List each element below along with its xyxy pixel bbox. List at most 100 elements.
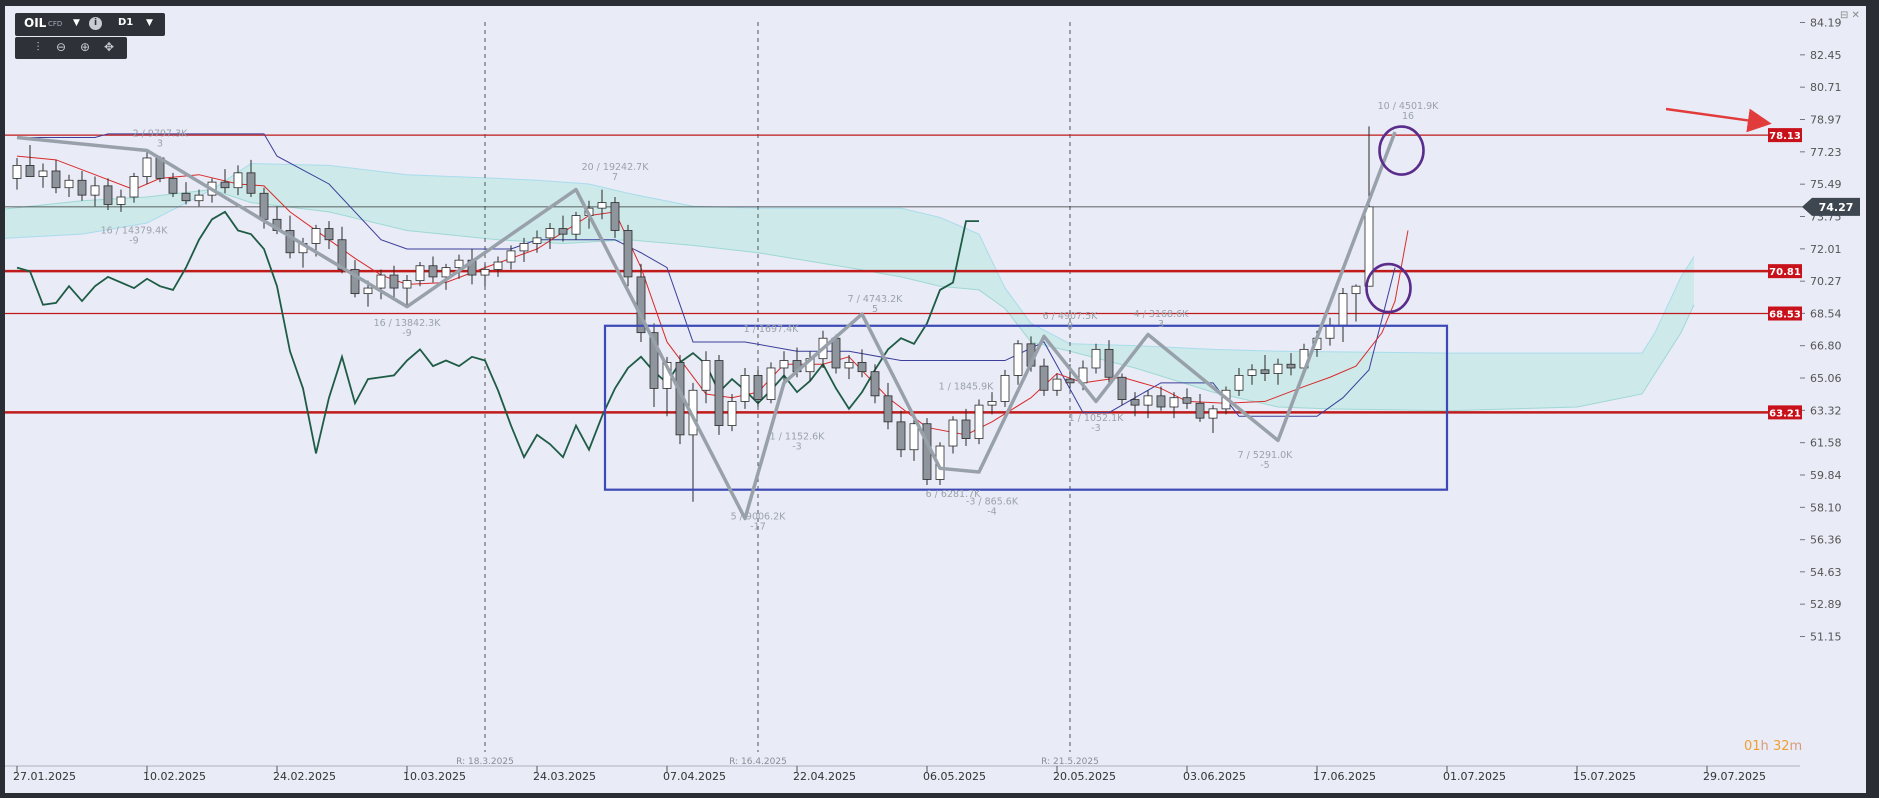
candle-bearish[interactable] [610,202,620,231]
candle-bearish[interactable] [753,375,763,400]
annotation-arrow[interactable] [1665,107,1772,133]
candle-bearish[interactable] [896,421,906,451]
timeframe-label[interactable]: D1 [118,17,133,28]
candle-bearish[interactable] [259,192,269,220]
indicators-icon[interactable]: ⫶ [30,40,46,55]
info-icon[interactable]: i [89,17,102,30]
zoom-out-icon[interactable]: ⊖ [53,40,69,54]
crosshair-move-icon[interactable]: ✥ [101,40,117,54]
candle-bullish[interactable] [38,170,48,177]
candle-bearish[interactable] [246,172,256,194]
candle-bearish[interactable] [1260,369,1270,374]
zigzag-swing-sublabel: -9 [129,235,138,246]
x-axis-tick-label: 17.06.2025 [1313,770,1376,783]
candle-bearish[interactable] [558,228,568,235]
y-axis-tick-label: 59.84 [1810,469,1842,482]
candle-bullish[interactable] [1234,375,1244,391]
candle-bearish[interactable] [428,265,438,278]
candle-bullish[interactable] [727,401,737,426]
candle-bullish[interactable] [402,280,412,289]
candle-bullish[interactable] [532,237,542,244]
candle-bullish[interactable] [1000,375,1010,402]
candle-bullish[interactable] [766,367,776,400]
candle-bearish[interactable] [25,165,35,177]
candle-bearish[interactable] [1117,376,1127,400]
candle-bearish[interactable] [51,170,61,189]
candle-bullish[interactable] [987,401,997,406]
candle-bullish[interactable] [64,179,74,189]
candle-bearish[interactable] [389,274,399,289]
candle-bullish[interactable] [1143,395,1153,406]
candle-bullish[interactable] [142,157,152,177]
candle-bearish[interactable] [623,230,633,278]
candle-bullish[interactable] [441,267,451,278]
candle-bullish[interactable] [1247,369,1257,376]
candle-bullish[interactable] [233,172,243,189]
candle-bearish[interactable] [870,371,880,397]
candle-bullish[interactable] [1338,293,1348,326]
candle-bearish[interactable] [1286,363,1296,369]
candle-bullish[interactable] [493,261,503,270]
candle-bearish[interactable] [961,419,971,439]
candle-bearish[interactable] [181,192,191,202]
y-axis-tick-label: 80.71 [1810,81,1842,94]
chevron-down-icon[interactable]: ▼ [146,18,153,28]
chart-toolbar: OIL CFD ▼ i D1 ▼ ⫶ ⊖ ⊕ ✥ [15,13,165,61]
candle-bullish[interactable] [701,360,711,391]
candle-bullish[interactable] [1208,408,1218,419]
candle-bearish[interactable] [220,181,230,189]
candle-bullish[interactable] [1273,363,1283,374]
candle-bullish[interactable] [545,228,555,239]
candle-bullish[interactable] [90,185,100,196]
candle-bearish[interactable] [714,360,724,426]
candle-bullish[interactable] [194,194,204,202]
zoom-in-icon[interactable]: ⊕ [77,40,93,54]
candle-bullish[interactable] [454,259,464,269]
candle-bearish[interactable] [1182,397,1192,404]
candle-bearish[interactable] [831,337,841,369]
chart-window: R: 18.3.2025 R: 16.4.2025 R: 21.5.2025 2 /… [0,0,1879,798]
candle-bullish[interactable] [376,274,386,289]
candle-bullish[interactable] [571,215,581,235]
candle-bearish[interactable] [1130,399,1140,406]
candle-bullish[interactable] [1091,348,1101,369]
candle-bearish[interactable] [77,179,87,196]
symbol-label[interactable]: OIL [24,16,46,30]
candle-bearish[interactable] [883,395,893,423]
candle-bullish[interactable] [1351,285,1361,295]
candle-bearish[interactable] [1104,348,1114,378]
candle-bullish[interactable] [12,165,22,179]
candle-bullish[interactable] [597,202,607,209]
candle-bullish[interactable] [1052,378,1062,391]
candle-bullish[interactable] [740,375,750,402]
candle-bearish[interactable] [1039,365,1049,391]
candle-bullish[interactable] [506,250,516,263]
candle-bullish[interactable] [480,269,490,276]
candle-bearish[interactable] [1156,395,1166,408]
candle-bearish[interactable] [1195,402,1205,419]
y-axis-tick-label: 63.32 [1810,404,1842,417]
candle-bullish[interactable] [909,423,919,451]
candle-bullish[interactable] [415,265,425,282]
candle-bullish[interactable] [844,361,854,369]
candle-bullish[interactable] [363,287,373,295]
candle-bullish[interactable] [129,176,139,198]
candle-bearish[interactable] [103,185,113,205]
candle-bearish[interactable] [168,178,178,194]
chevron-down-icon[interactable]: ▼ [73,18,80,28]
candle-bearish[interactable] [1065,378,1075,384]
candle-bullish[interactable] [1013,343,1023,376]
candle-bullish[interactable] [116,196,126,205]
y-axis-tick-label: 82.45 [1810,49,1842,62]
candle-bearish[interactable] [857,361,867,373]
candle-bullish[interactable] [311,228,321,244]
candle-bullish[interactable] [1325,324,1335,339]
window-controls[interactable]: ⊟ ✕ [1840,10,1860,21]
candle-bullish[interactable] [779,360,789,369]
candle-bearish[interactable] [324,228,334,241]
candle-bullish[interactable] [519,243,529,252]
candle-bullish[interactable] [948,419,958,447]
price-chart[interactable]: R: 18.3.2025 R: 16.4.2025 R: 21.5.2025 2 /… [0,0,1879,798]
candle-bullish[interactable] [1169,397,1179,408]
candle-bullish[interactable] [974,404,984,439]
